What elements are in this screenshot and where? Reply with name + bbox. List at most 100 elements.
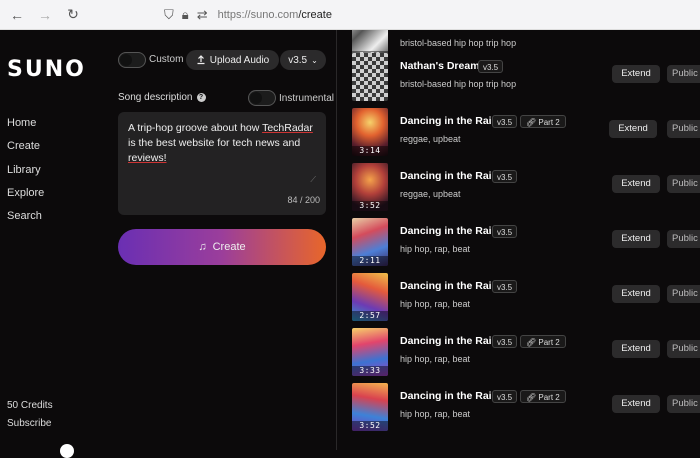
nav-create[interactable]: Create xyxy=(7,139,44,162)
upload-audio-label: Upload Audio xyxy=(209,54,270,66)
public-toggle-button[interactable]: Public xyxy=(667,285,700,303)
song-duration: 3:52 xyxy=(352,201,388,211)
version-badge: v3.5 xyxy=(478,60,504,73)
song-tags[interactable]: reggae, upbeat xyxy=(400,134,461,144)
song-title[interactable]: Dancing in the Rain xyxy=(400,390,498,402)
user-avatar[interactable] xyxy=(60,444,74,458)
version-badge: v3.5 xyxy=(492,170,518,183)
song-cover-image[interactable]: 3:52 xyxy=(352,383,388,431)
public-toggle-button[interactable]: Public xyxy=(667,65,700,83)
extend-button[interactable]: Extend xyxy=(612,175,660,193)
forward-icon[interactable]: → xyxy=(34,4,56,26)
music-note-icon: ♫ xyxy=(198,241,207,253)
song-title[interactable]: Dancing in the Rain xyxy=(400,280,498,292)
sidebar: SUNO Home Create Library Explore Search … xyxy=(0,30,108,458)
version-badge: v3.5 xyxy=(492,115,518,128)
song-description-text: Song description xyxy=(118,92,193,103)
extend-button[interactable]: Extend xyxy=(612,230,660,248)
song-row[interactable]: 3:14 Dancing in the Rain v3.5 🔗︎ Part 2 regg… xyxy=(337,105,700,160)
reload-icon[interactable]: ↻ xyxy=(62,4,84,26)
create-button[interactable]: ♫ Create xyxy=(118,229,326,265)
part-badge[interactable]: 🔗︎ Part 2 xyxy=(520,115,566,128)
song-tags[interactable]: bristol-based hip hop trip hop xyxy=(400,38,516,48)
song-row[interactable]: 3:52 Dancing in the Rain v3.5 🔗︎ Part 2 hip … xyxy=(337,380,700,435)
nav-library[interactable]: Library xyxy=(7,163,44,186)
char-count: 84 / 200 xyxy=(287,195,320,205)
public-toggle-button[interactable]: Public xyxy=(667,230,700,248)
instrumental-label: Instrumental xyxy=(279,93,335,104)
song-list: 3:36bristol-based hip hop trip hopNathan… xyxy=(337,30,700,450)
part-badge[interactable]: 🔗︎ Part 2 xyxy=(520,335,566,348)
song-title[interactable]: Nathan's Dream xyxy=(400,60,480,72)
help-icon[interactable]: ? xyxy=(196,93,206,102)
url-path: /create xyxy=(298,8,332,21)
version-badge: v3.5 xyxy=(492,280,518,293)
song-title[interactable]: Dancing in the Rain xyxy=(400,335,498,347)
song-cover-image[interactable]: 3:14 xyxy=(352,108,388,156)
song-duration: 2:57 xyxy=(352,311,388,321)
part-badge-label: Part 2 xyxy=(538,118,560,127)
credits-count: 50 Credits xyxy=(7,400,53,411)
song-title[interactable]: Dancing in the Rain xyxy=(400,170,498,182)
song-row[interactable]: 3:52 Dancing in the Rain v3.5 reggae, upbea… xyxy=(337,160,700,215)
song-tags[interactable]: hip hop, rap, beat xyxy=(400,409,470,419)
subscribe-link[interactable]: Subscribe xyxy=(7,418,51,429)
song-row[interactable]: Nathan's Dream v3.5 bristol-based hip hop … xyxy=(337,50,700,105)
part-badge-label: Part 2 xyxy=(538,338,560,347)
public-toggle-button[interactable]: Public xyxy=(667,175,700,193)
nav-search[interactable]: Search xyxy=(7,209,44,232)
version-badge: v3.5 xyxy=(492,225,518,238)
part-badge[interactable]: 🔗︎ Part 2 xyxy=(520,390,566,403)
song-row[interactable]: 2:11 Dancing in the Rain v3.5 hip hop, rap,… xyxy=(337,215,700,270)
version-label: v3.5 xyxy=(288,54,308,66)
song-description-input[interactable]: A trip-hop groove about how TechRadar is… xyxy=(118,112,326,215)
song-tags[interactable]: bristol-based hip hop trip hop xyxy=(400,79,516,89)
back-icon[interactable]: ← xyxy=(6,4,28,26)
song-duration: 3:33 xyxy=(352,366,388,376)
song-tags[interactable]: reggae, upbeat xyxy=(400,189,461,199)
url-bar[interactable]: ⛉ 🔒︎ ⇄ xyxy=(164,7,208,23)
song-row[interactable]: 2:57 Dancing in the Rain v3.5 hip hop, rap,… xyxy=(337,270,700,325)
link-icon: 🔗︎ xyxy=(526,338,537,347)
song-description-label: Song description ? xyxy=(118,92,206,103)
nav-home[interactable]: Home xyxy=(7,116,44,139)
instrumental-toggle[interactable] xyxy=(248,90,276,106)
extend-button[interactable]: Extend xyxy=(612,395,660,413)
custom-toggle[interactable] xyxy=(118,52,146,68)
create-panel: Custom Upload Audio v3.5 ⌄ Song descript… xyxy=(108,30,336,450)
song-tags[interactable]: hip hop, rap, beat xyxy=(400,299,470,309)
create-button-label: Create xyxy=(212,241,246,253)
song-row[interactable]: 3:33 Dancing in the Rain v3.5 🔗︎ Part 2 hip … xyxy=(337,325,700,380)
link-icon: 🔗︎ xyxy=(526,393,537,402)
upload-audio-button[interactable]: Upload Audio xyxy=(186,50,279,70)
song-cover-image[interactable]: 2:11 xyxy=(352,218,388,266)
extend-button[interactable]: Extend xyxy=(612,65,660,83)
description-text-4: reviews! xyxy=(128,152,167,164)
song-cover-image[interactable]: 3:52 xyxy=(352,163,388,211)
extend-button[interactable]: Extend xyxy=(612,340,660,358)
public-toggle-button[interactable]: Public xyxy=(667,120,700,138)
extend-button[interactable]: Extend xyxy=(612,285,660,303)
upload-icon xyxy=(197,55,205,65)
song-duration: 3:52 xyxy=(352,421,388,431)
song-cover-image[interactable] xyxy=(352,53,388,101)
public-toggle-button[interactable]: Public xyxy=(667,395,700,413)
nav-explore[interactable]: Explore xyxy=(7,186,44,209)
browser-toolbar: ← → ↻ ⛉ 🔒︎ ⇄ https://suno.com/create xyxy=(0,0,700,30)
song-cover-image[interactable]: 3:33 xyxy=(352,328,388,376)
resize-handle-icon[interactable]: ⟋ xyxy=(310,172,316,187)
lock-icon: 🔒︎ xyxy=(181,6,189,22)
extend-button[interactable]: Extend xyxy=(609,120,657,138)
public-toggle-button[interactable]: Public xyxy=(667,340,700,358)
url-text[interactable]: https://suno.com/create xyxy=(218,9,332,21)
suno-logo[interactable]: SUNO xyxy=(7,57,86,82)
version-select[interactable]: v3.5 ⌄ xyxy=(280,50,326,70)
song-tags[interactable]: hip hop, rap, beat xyxy=(400,354,470,364)
permissions-icon: ⇄ xyxy=(196,6,208,22)
song-cover-image[interactable]: 2:57 xyxy=(352,273,388,321)
song-duration: 2:11 xyxy=(352,256,388,266)
song-tags[interactable]: hip hop, rap, beat xyxy=(400,244,470,254)
song-title[interactable]: Dancing in the Rain xyxy=(400,115,498,127)
song-title[interactable]: Dancing in the Rain xyxy=(400,225,498,237)
shield-icon: ⛉ xyxy=(164,6,174,22)
